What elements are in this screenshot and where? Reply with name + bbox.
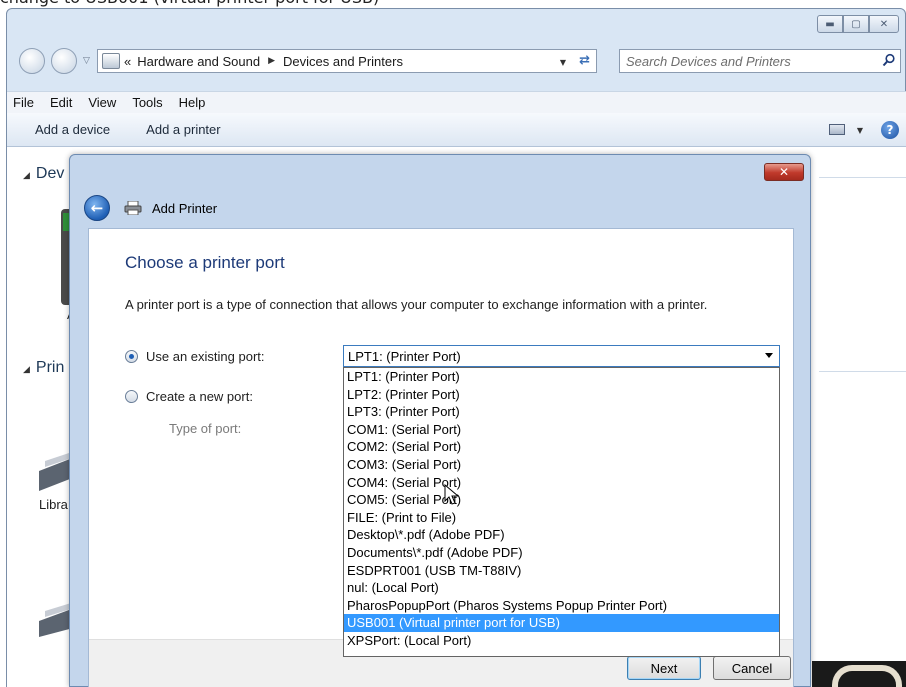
port-option[interactable]: USB001 (Virtual printer port for USB) bbox=[344, 614, 779, 632]
port-option[interactable]: COM5: (Serial Port) bbox=[344, 491, 779, 509]
help-icon[interactable]: ? bbox=[881, 121, 899, 139]
close-icon: ✕ bbox=[879, 18, 889, 30]
search-box[interactable] bbox=[619, 49, 901, 73]
minimize-button[interactable]: ▬ bbox=[817, 15, 843, 33]
port-option[interactable]: LPT2: (Printer Port) bbox=[344, 386, 779, 404]
menu-help[interactable]: Help bbox=[179, 95, 206, 110]
collapse-triangle-icon: ◢ bbox=[23, 364, 30, 374]
window-controls: ▬ ▢ ✕ bbox=[817, 15, 899, 33]
group-printers-header[interactable]: ◢ Prin bbox=[23, 359, 64, 377]
port-option[interactable]: Desktop\*.pdf (Adobe PDF) bbox=[344, 526, 779, 544]
cancel-button[interactable]: Cancel bbox=[713, 656, 791, 680]
search-icon[interactable] bbox=[882, 53, 896, 67]
add-printer-button[interactable]: Add a printer bbox=[146, 122, 220, 137]
background-object bbox=[832, 665, 902, 687]
menu-file[interactable]: File bbox=[13, 95, 34, 110]
port-option[interactable]: ESDPRT001 (USB TM-T88IV) bbox=[344, 562, 779, 580]
minimize-icon: ▬ bbox=[825, 18, 835, 30]
page-heading: Choose a printer port bbox=[125, 253, 285, 272]
printer-label: Libra bbox=[39, 497, 68, 512]
navigation-bar: ▽ « Hardware and Sound ▶ Devices and Pri… bbox=[7, 45, 906, 79]
forward-nav-button[interactable] bbox=[51, 48, 77, 74]
chevron-down-icon[interactable] bbox=[765, 353, 773, 358]
group-divider bbox=[819, 371, 906, 372]
port-option[interactable]: FILE: (Print to File) bbox=[344, 509, 779, 527]
selected-port-value: LPT1: (Printer Port) bbox=[348, 348, 461, 364]
dialog-close-button[interactable]: ✕ bbox=[764, 163, 804, 181]
port-option[interactable]: COM4: (Serial Port) bbox=[344, 474, 779, 492]
recent-pages-icon[interactable]: ▽ bbox=[83, 56, 90, 66]
dialog-header: ← Add Printer bbox=[84, 189, 804, 227]
create-new-port-label[interactable]: Create a new port: bbox=[146, 389, 253, 404]
port-option[interactable]: XPSPort: (Local Port) bbox=[344, 632, 779, 650]
type-of-port-label: Type of port: bbox=[169, 421, 242, 436]
menu-view[interactable]: View bbox=[88, 95, 116, 110]
use-existing-port-radio[interactable] bbox=[125, 350, 138, 363]
breadcrumb-arrow-icon[interactable]: ▶ bbox=[268, 56, 275, 66]
create-new-port-radio[interactable] bbox=[125, 390, 138, 403]
back-nav-button[interactable] bbox=[19, 48, 45, 74]
mouse-cursor-icon bbox=[444, 484, 460, 505]
view-options-chevron-down-icon[interactable]: ▼ bbox=[857, 126, 863, 135]
next-button[interactable]: Next bbox=[627, 656, 701, 680]
background-photo-corner bbox=[812, 661, 906, 687]
menu-bar: File Edit View Tools Help bbox=[7, 91, 906, 113]
page-description: A printer port is a type of connection t… bbox=[125, 297, 708, 312]
search-input[interactable] bbox=[620, 50, 860, 72]
port-option[interactable]: Documents\*.pdf (Adobe PDF) bbox=[344, 544, 779, 562]
port-option[interactable]: LPT1: (Printer Port) bbox=[344, 368, 779, 386]
port-option[interactable]: COM1: (Serial Port) bbox=[344, 421, 779, 439]
radio-selected-dot bbox=[129, 354, 134, 359]
group-devices-header[interactable]: ◢ Dev bbox=[23, 165, 64, 183]
address-bar[interactable]: « Hardware and Sound ▶ Devices and Print… bbox=[97, 49, 597, 73]
back-arrow-icon[interactable]: ← bbox=[84, 195, 110, 221]
port-option[interactable]: COM2: (Serial Port) bbox=[344, 438, 779, 456]
use-existing-port-option[interactable]: Use an existing port: bbox=[125, 349, 265, 364]
refresh-icon[interactable]: ⇄ bbox=[579, 53, 590, 68]
dialog-title: Add Printer bbox=[152, 200, 218, 216]
group-divider bbox=[819, 177, 906, 178]
breadcrumb-prefix[interactable]: « bbox=[124, 54, 131, 69]
port-option[interactable]: COM3: (Serial Port) bbox=[344, 456, 779, 474]
port-option[interactable]: nul: (Local Port) bbox=[344, 579, 779, 597]
create-new-port-option[interactable]: Create a new port: bbox=[125, 389, 253, 404]
control-panel-icon bbox=[102, 53, 120, 69]
menu-tools[interactable]: Tools bbox=[132, 95, 162, 110]
dialog-body: Choose a printer port A printer port is … bbox=[88, 228, 794, 687]
add-printer-dialog: ✕ ← Add Printer Choose a printer port A … bbox=[69, 154, 811, 687]
change-view-icon[interactable] bbox=[829, 124, 845, 135]
maximize-icon: ▢ bbox=[851, 18, 861, 30]
command-bar: Add a device Add a printer ▼ ? bbox=[7, 113, 906, 147]
close-window-button[interactable]: ✕ bbox=[869, 15, 899, 33]
add-device-button[interactable]: Add a device bbox=[35, 122, 110, 137]
port-option[interactable]: PharosPopupPort (Pharos Systems Popup Pr… bbox=[344, 597, 779, 615]
menu-edit[interactable]: Edit bbox=[50, 95, 72, 110]
breadcrumb-hardware-and-sound[interactable]: Hardware and Sound bbox=[137, 54, 260, 69]
existing-port-select[interactable]: LPT1: (Printer Port) bbox=[343, 345, 780, 367]
port-option[interactable]: LPT3: (Printer Port) bbox=[344, 403, 779, 421]
breadcrumb-devices-and-printers[interactable]: Devices and Printers bbox=[283, 54, 403, 69]
collapse-triangle-icon: ◢ bbox=[23, 170, 30, 180]
maximize-button[interactable]: ▢ bbox=[843, 15, 869, 33]
top-caption: change to USB001 (virtual printer port f… bbox=[0, 0, 906, 8]
port-dropdown-list: LPT1: (Printer Port) LPT2: (Printer Port)… bbox=[343, 367, 780, 657]
use-existing-port-label[interactable]: Use an existing port: bbox=[146, 349, 265, 364]
printer-icon bbox=[124, 201, 142, 215]
address-dropdown-icon[interactable]: ▼ bbox=[560, 58, 566, 67]
